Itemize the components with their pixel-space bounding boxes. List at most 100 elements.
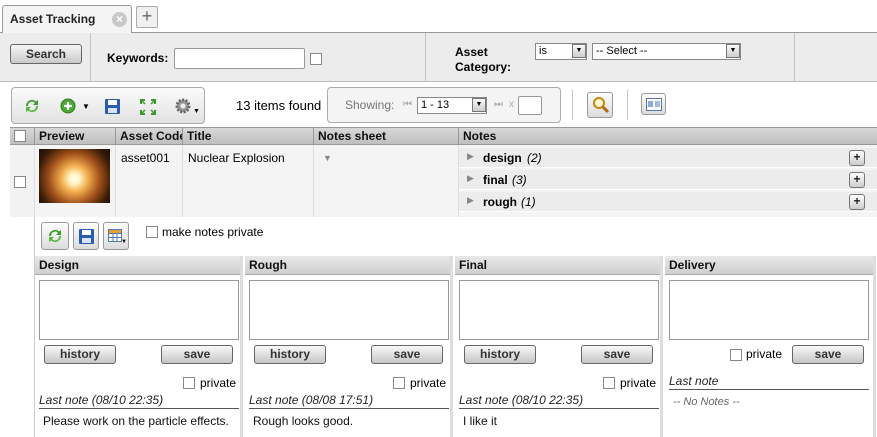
- next-page-icon[interactable]: ⏭: [494, 99, 503, 110]
- last-note-text: I like it: [463, 414, 498, 428]
- column-header-preview[interactable]: Preview: [35, 128, 116, 145]
- save-button[interactable]: save: [371, 345, 443, 364]
- chevron-down-icon[interactable]: ▼: [323, 153, 332, 163]
- last-note-header: Last note: [669, 374, 869, 390]
- tab-bar: Asset Tracking × +: [0, 0, 877, 33]
- add-note-button[interactable]: +: [849, 172, 865, 188]
- operator-value: is: [539, 45, 547, 57]
- history-button[interactable]: history: [464, 345, 536, 364]
- make-private-checkbox[interactable]: [146, 226, 158, 238]
- page-close: x: [509, 99, 514, 110]
- chevron-down-icon: ▼: [572, 44, 586, 58]
- note-group-name: final: [483, 173, 508, 187]
- category-label-line1: Asset: [455, 45, 488, 59]
- divider: [90, 33, 91, 81]
- rough-note-input[interactable]: [249, 280, 449, 340]
- last-note-date: (08/08 17:51): [301, 393, 374, 407]
- no-notes-text: -- No Notes --: [673, 396, 740, 408]
- select-all-checkbox[interactable]: [14, 130, 26, 142]
- chevron-down-icon[interactable]: ▼: [193, 108, 200, 115]
- magnifier-icon: [592, 96, 610, 117]
- note-group-name: design: [483, 151, 522, 165]
- column-header-asset-code[interactable]: Asset Code: [116, 128, 183, 145]
- save-button[interactable]: save: [792, 345, 864, 364]
- keywords-checkbox[interactable]: [310, 53, 322, 65]
- operator-select[interactable]: is ▼: [535, 43, 587, 60]
- search-button[interactable]: Search: [10, 44, 82, 64]
- notes-column-title: Design: [35, 256, 240, 275]
- tab-asset-tracking[interactable]: Asset Tracking ×: [2, 5, 132, 33]
- note-group-name: rough: [483, 195, 517, 209]
- save-button[interactable]: save: [161, 345, 233, 364]
- card-view-button[interactable]: [641, 93, 666, 115]
- page-range: 1 - 13: [421, 99, 450, 111]
- refresh-icon[interactable]: [23, 97, 41, 118]
- delivery-note-input[interactable]: [669, 280, 869, 340]
- category-value: -- Select --: [596, 45, 648, 57]
- search-bar: Search Keywords: Asset Category: is ▼ --…: [0, 33, 877, 82]
- last-note-date: (08/10 22:35): [91, 393, 164, 407]
- refresh-notes-button[interactable]: [41, 222, 69, 250]
- column-header-notes-sheet[interactable]: Notes sheet: [314, 128, 459, 145]
- asset-code-cell: asset001: [116, 145, 183, 217]
- add-icon[interactable]: [60, 98, 76, 117]
- notes-column-design: Design history save private Last note (0…: [35, 256, 243, 437]
- column-header-title[interactable]: Title: [183, 128, 314, 145]
- add-tab-button[interactable]: +: [136, 6, 158, 28]
- save-icon: [78, 228, 95, 248]
- divider: [425, 33, 426, 81]
- category-select[interactable]: -- Select -- ▼: [592, 43, 741, 60]
- card-icon: [646, 98, 662, 114]
- gear-icon[interactable]: [174, 97, 194, 120]
- chevron-down-icon: ▼: [121, 239, 127, 245]
- row-checkbox[interactable]: [14, 176, 26, 188]
- previous-page-icon[interactable]: ⏮: [403, 99, 412, 110]
- note-group-design[interactable]: ▶ design (2) +: [459, 148, 877, 168]
- note-group-final[interactable]: ▶ final (3) +: [459, 170, 877, 190]
- last-note-header: Last note (08/10 22:35): [39, 393, 239, 409]
- final-note-input[interactable]: [459, 280, 659, 340]
- private-label: private: [200, 376, 237, 390]
- chevron-right-icon: ▶: [467, 195, 474, 205]
- history-button[interactable]: history: [44, 345, 116, 364]
- private-checkbox[interactable]: [603, 377, 615, 389]
- row-select-cell: [10, 145, 35, 217]
- tab-title: Asset Tracking: [10, 12, 96, 26]
- last-note-label: Last note: [669, 374, 719, 388]
- refresh-icon: [46, 227, 64, 248]
- add-note-button[interactable]: +: [849, 194, 865, 210]
- note-group-rough[interactable]: ▶ rough (1) +: [459, 192, 877, 212]
- notes-column-delivery: Delivery private save Last note -- No No…: [665, 256, 876, 437]
- save-notes-button[interactable]: [73, 222, 99, 250]
- private-checkbox[interactable]: [730, 349, 742, 361]
- save-icon[interactable]: [104, 98, 121, 118]
- save-button[interactable]: save: [581, 345, 653, 364]
- layout-menu-button[interactable]: ▼: [103, 222, 129, 250]
- chevron-right-icon: ▶: [467, 151, 474, 161]
- chevron-down-icon[interactable]: ▼: [82, 102, 90, 111]
- category-label-line2: Category:: [455, 60, 512, 74]
- search-zoom-button[interactable]: [587, 92, 613, 118]
- private-checkbox[interactable]: [393, 377, 405, 389]
- notes-column-title: Final: [455, 256, 660, 275]
- last-note-label: Last note: [459, 393, 509, 407]
- close-icon[interactable]: ×: [112, 12, 127, 27]
- last-note-header: Last note (08/08 17:51): [249, 393, 449, 409]
- chevron-down-icon: ▼: [472, 98, 486, 112]
- column-header-notes[interactable]: Notes: [459, 128, 877, 145]
- notes-detail-panel: ▼ make notes private Design history save…: [34, 217, 877, 437]
- expand-icon[interactable]: [139, 98, 157, 119]
- table-row[interactable]: asset001 Nuclear Explosion ▼ ▶ design (2…: [10, 145, 877, 217]
- private-label: private: [620, 376, 657, 390]
- items-found: 13 items found: [236, 98, 322, 113]
- page-size-input[interactable]: [518, 96, 542, 115]
- page-select[interactable]: 1 - 13 ▼: [417, 97, 487, 114]
- showing-label: Showing:: [345, 98, 395, 112]
- private-checkbox[interactable]: [183, 377, 195, 389]
- last-note-header: Last note (08/10 22:35): [459, 393, 659, 409]
- preview-thumbnail[interactable]: [39, 149, 110, 203]
- design-note-input[interactable]: [39, 280, 239, 340]
- add-note-button[interactable]: +: [849, 150, 865, 166]
- keywords-input[interactable]: [174, 48, 305, 69]
- history-button[interactable]: history: [254, 345, 326, 364]
